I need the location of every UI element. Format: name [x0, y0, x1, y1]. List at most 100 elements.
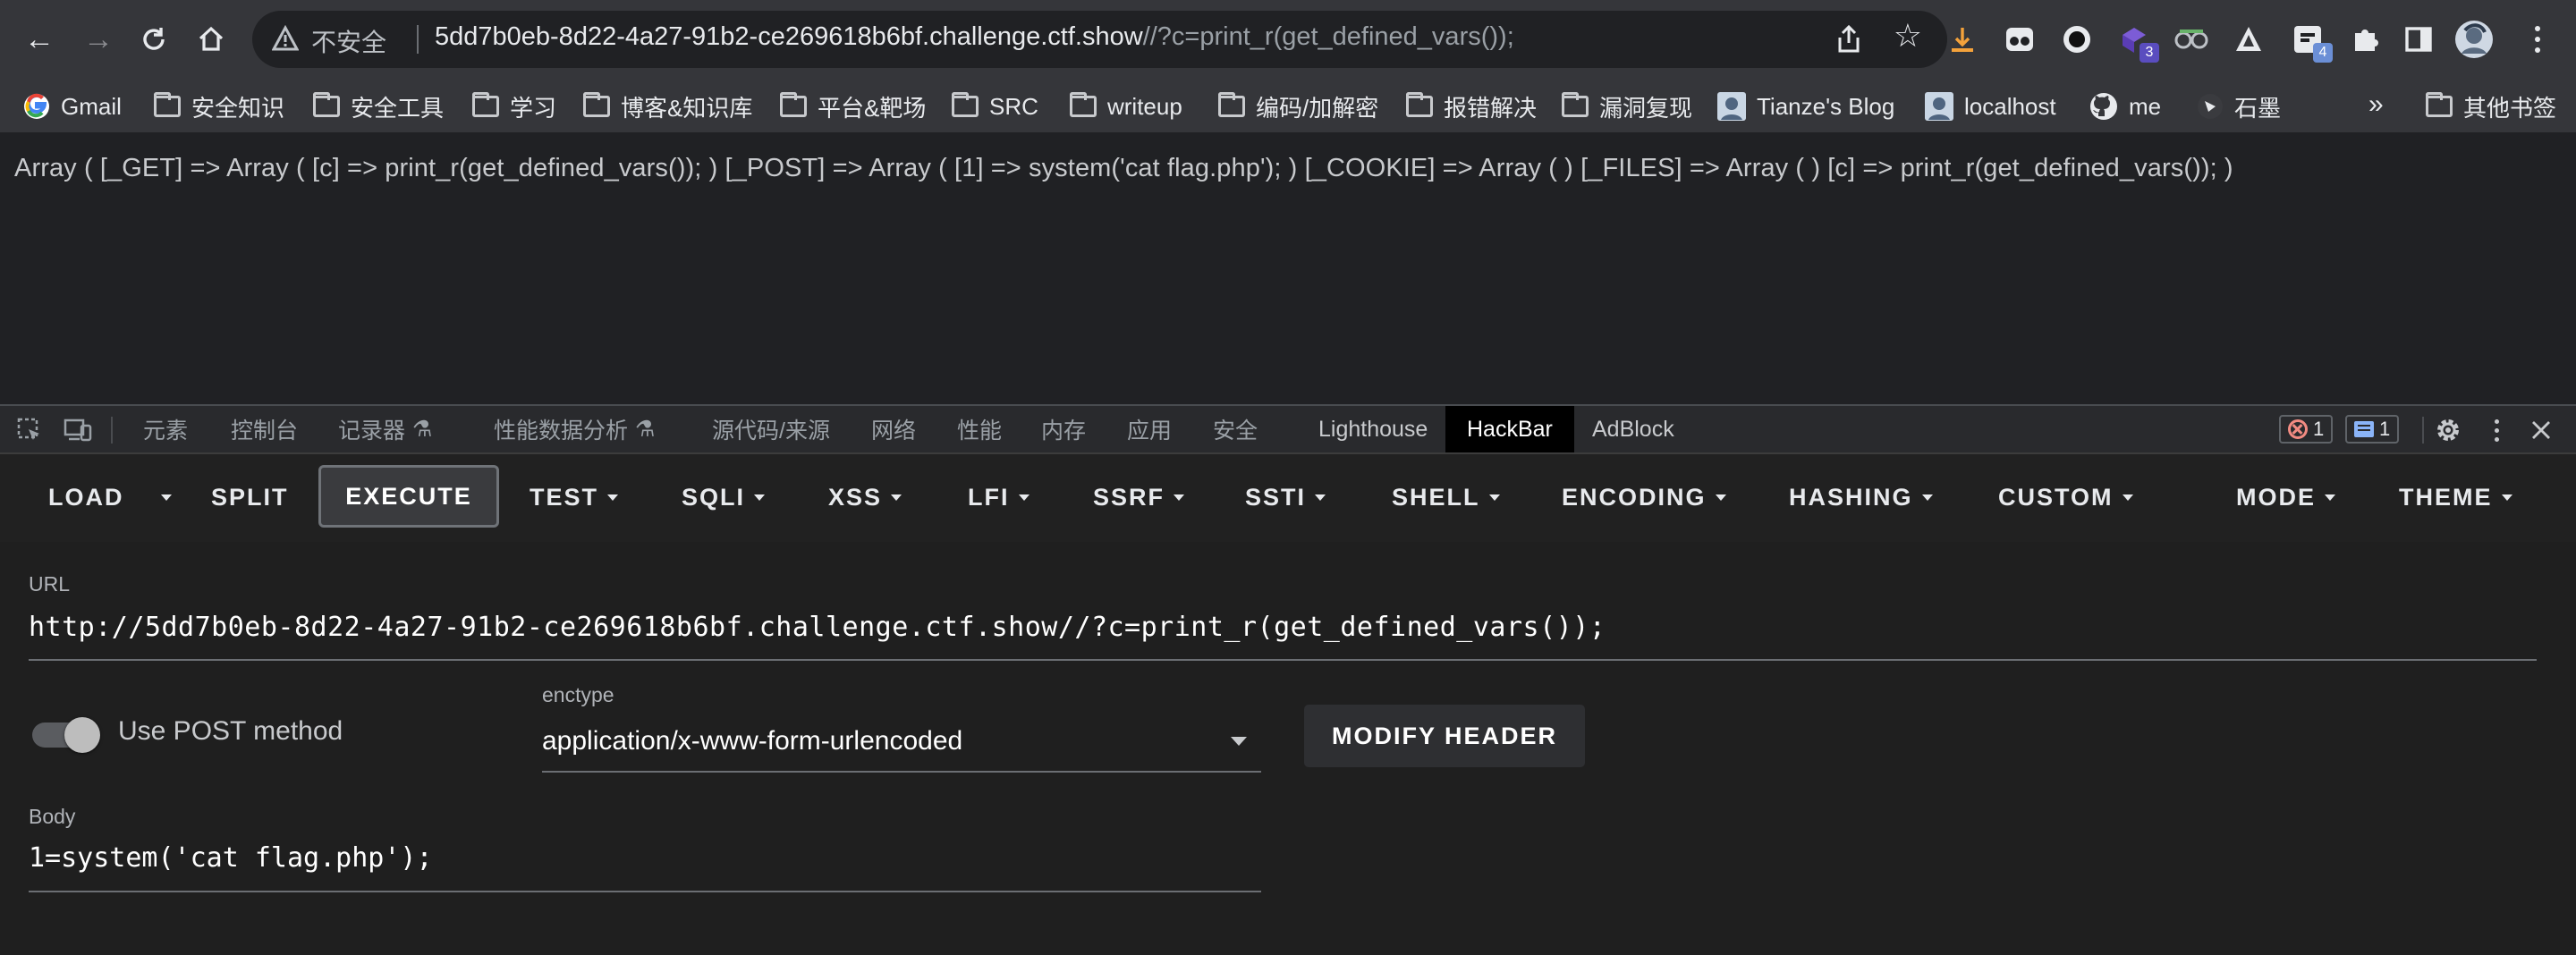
shell-menu[interactable]: SHELL: [1392, 469, 1500, 526]
inspect-element-icon[interactable]: [14, 415, 45, 445]
folder-icon: [583, 92, 610, 117]
profile-avatar[interactable]: [2454, 20, 2494, 59]
extension-cube-icon[interactable]: 3: [2114, 20, 2159, 63]
side-panel-icon[interactable]: [2399, 20, 2438, 59]
extensions-puzzle-icon[interactable]: [2345, 20, 2385, 59]
bookmark-localhost[interactable]: localhost: [1925, 90, 2056, 123]
enctype-select[interactable]: application/x-www-form-urlencoded: [542, 726, 962, 756]
hashing-menu[interactable]: HASHING: [1789, 469, 1933, 526]
tab-security[interactable]: 安全: [1213, 406, 1258, 452]
bookmark-shimo[interactable]: 石墨: [2197, 90, 2281, 123]
bookmark-folder[interactable]: 学习: [472, 90, 556, 123]
bookmark-label: 安全工具: [351, 94, 445, 122]
mode-menu[interactable]: MODE: [2236, 469, 2335, 526]
lfi-menu[interactable]: LFI: [968, 469, 1030, 526]
close-icon[interactable]: [2526, 415, 2556, 445]
bookmark-folder[interactable]: 安全知识: [154, 90, 284, 123]
address-bar[interactable]: 不安全 5dd7b0eb-8d22-4a27-91b2-ce269618b6bf…: [252, 11, 1947, 68]
caret-down-icon: [607, 494, 619, 501]
split-button[interactable]: SPLIT: [211, 469, 289, 526]
extension-triangle-icon[interactable]: [2229, 20, 2268, 59]
flask-icon: ⚗: [412, 417, 433, 442]
device-toggle-icon[interactable]: [63, 415, 93, 445]
dropdown-caret-icon[interactable]: [1231, 737, 1247, 746]
post-method-toggle-knob[interactable]: [64, 717, 100, 753]
other-bookmarks[interactable]: 其他书签: [2426, 90, 2556, 123]
not-secure-label[interactable]: 不安全: [311, 23, 386, 59]
test-menu[interactable]: TEST: [530, 469, 619, 526]
tab-application[interactable]: 应用: [1127, 406, 1172, 452]
bookmark-folder[interactable]: 报错解决: [1406, 90, 1537, 123]
avatar-icon: [1717, 92, 1746, 121]
tab-adblock[interactable]: AdBlock: [1592, 406, 1674, 452]
url-input[interactable]: http://5dd7b0eb-8d22-4a27-91b2-ce269618b…: [29, 612, 1606, 643]
message-count-badge[interactable]: 1: [2345, 415, 2400, 444]
xss-menu[interactable]: XSS: [828, 469, 902, 526]
tab-hackbar[interactable]: HackBar: [1445, 406, 1574, 452]
bookmark-folder[interactable]: 安全工具: [313, 90, 444, 123]
folder-icon: [952, 92, 979, 117]
tab-performance-insights[interactable]: 性能数据分析 ⚗: [494, 406, 655, 452]
bookmark-folder[interactable]: 漏洞复现: [1562, 90, 1692, 123]
extension-box-icon[interactable]: 4: [2288, 20, 2333, 63]
custom-menu[interactable]: CUSTOM: [1998, 469, 2133, 526]
bookmark-folder[interactable]: 博客&知识库: [583, 90, 752, 123]
sqli-menu[interactable]: SQLI: [682, 469, 766, 526]
tab-lighthouse[interactable]: Lighthouse: [1318, 406, 1428, 452]
ssrf-menu[interactable]: SSRF: [1093, 469, 1185, 526]
load-button[interactable]: LOAD: [48, 469, 124, 526]
load-dropdown-button[interactable]: [152, 469, 172, 526]
back-icon[interactable]: ←: [20, 20, 59, 59]
bookmark-me[interactable]: me: [2089, 90, 2161, 123]
tab-performance[interactable]: 性能: [957, 406, 1002, 452]
bookmark-folder[interactable]: SRC: [952, 90, 1038, 123]
devtools-more-icon[interactable]: [2481, 415, 2512, 445]
share-icon[interactable]: [1833, 23, 1865, 55]
settings-gear-icon[interactable]: [2433, 415, 2463, 445]
bookmark-folder[interactable]: 编码/加解密: [1218, 90, 1378, 123]
tab-console[interactable]: 控制台: [231, 406, 298, 452]
home-icon[interactable]: [191, 20, 231, 59]
folder-icon: [472, 92, 499, 117]
caret-down-icon: [1018, 494, 1030, 501]
theme-menu[interactable]: THEME: [2399, 469, 2512, 526]
bookmark-tianze-blog[interactable]: Tianze's Blog: [1717, 90, 1894, 123]
bookmark-folder[interactable]: 平台&靶场: [780, 90, 926, 123]
reload-icon[interactable]: [134, 20, 174, 59]
caret-down-icon: [754, 494, 766, 501]
caret-down-icon: [1488, 494, 1500, 501]
bookmarks-overflow-button[interactable]: »: [2368, 89, 2384, 120]
menu-label: XSS: [828, 483, 883, 511]
bookmark-gmail[interactable]: Gmail: [23, 90, 122, 123]
url-text[interactable]: 5dd7b0eb-8d22-4a27-91b2-ce269618b6bf.cha…: [435, 22, 1514, 52]
browser-menu-icon[interactable]: [2524, 20, 2551, 59]
folder-icon: [1218, 92, 1245, 117]
extension-eyes-icon[interactable]: [2000, 20, 2039, 59]
error-count-badge[interactable]: 1: [2279, 415, 2334, 444]
bookmark-label: me: [2129, 92, 2162, 120]
tab-recorder[interactable]: 记录器 ⚗: [338, 406, 432, 452]
extension-ring-icon[interactable]: [2057, 20, 2097, 59]
warning-icon[interactable]: [272, 25, 299, 52]
omnibox-divider: [417, 25, 419, 54]
menu-label: CUSTOM: [1998, 483, 2114, 511]
bookmark-label: writeup: [1107, 92, 1182, 120]
body-input[interactable]: 1=system('cat flag.php');: [29, 842, 433, 874]
execute-button[interactable]: EXECUTE: [318, 465, 499, 528]
tab-memory[interactable]: 内存: [1041, 406, 1086, 452]
modify-header-button[interactable]: MODIFY HEADER: [1304, 705, 1585, 767]
bookmark-star-icon[interactable]: ☆: [1894, 20, 1922, 52]
url-label: URL: [29, 572, 71, 596]
folder-icon: [780, 92, 807, 117]
tab-network[interactable]: 网络: [871, 406, 916, 452]
tab-sources[interactable]: 源代码/来源: [712, 406, 830, 452]
extension-glasses-icon[interactable]: [2172, 20, 2211, 59]
ssti-menu[interactable]: SSTI: [1245, 469, 1326, 526]
extension-download-icon[interactable]: [1943, 20, 1982, 59]
encoding-menu[interactable]: ENCODING: [1562, 469, 1726, 526]
bookmark-folder[interactable]: writeup: [1070, 90, 1182, 123]
tab-elements[interactable]: 元素: [143, 406, 188, 452]
tab-label: 性能数据分析: [494, 418, 629, 444]
forward-icon[interactable]: →: [79, 20, 118, 59]
message-icon: [2354, 421, 2374, 437]
